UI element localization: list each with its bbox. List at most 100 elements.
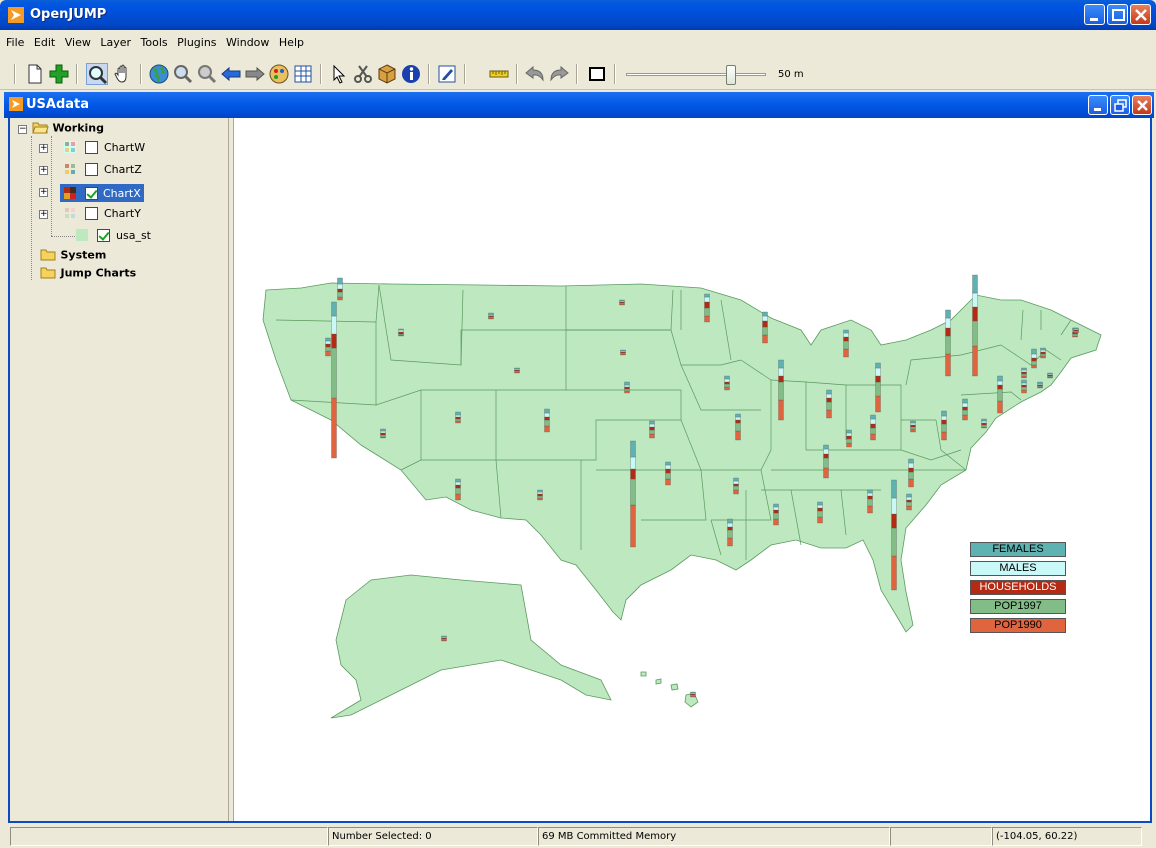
table-icon xyxy=(294,65,312,83)
hawaii-island xyxy=(640,671,647,677)
chart-bar-segment-males xyxy=(337,283,343,290)
frame-restore-button[interactable] xyxy=(1110,95,1130,115)
chart-bar-segment-households xyxy=(455,484,461,489)
chart-bar-segment-females xyxy=(906,493,912,498)
chart-bar-segment-households xyxy=(843,336,849,342)
layer-row-chartw[interactable]: + ChartW xyxy=(39,140,146,158)
menu-window[interactable]: Window xyxy=(225,30,274,49)
menu-help[interactable]: Help xyxy=(278,30,309,49)
map-canvas[interactable]: FEMALES MALES HOUSEHOLDS POP1997 POP1990 xyxy=(233,118,1150,821)
frame-close-button[interactable] xyxy=(1132,95,1152,115)
chart-bar-segment-pop1990 xyxy=(870,433,876,441)
chart-bar-segment-pop1997 xyxy=(537,495,543,499)
menu-edit[interactable]: Edit xyxy=(33,30,60,49)
editing-toolbox-button[interactable] xyxy=(436,63,458,85)
change-styles-button[interactable] xyxy=(268,63,290,85)
rectangle-icon xyxy=(589,67,605,81)
zoom-next-button[interactable] xyxy=(244,63,266,85)
layer-row-chartx[interactable]: + ChartX xyxy=(39,184,144,202)
task-frame-title: USAdata xyxy=(26,97,90,112)
category-working[interactable]: − Working xyxy=(18,121,104,139)
openjump-logo-icon xyxy=(8,7,24,23)
chart-bar-segment-households xyxy=(846,435,852,440)
toolbar-separator xyxy=(140,64,142,84)
new-task-button[interactable] xyxy=(24,63,46,85)
task-frame-icon xyxy=(9,97,23,111)
chart-bar-segment-pop1997 xyxy=(826,401,832,411)
chart-bar-segment-households xyxy=(690,693,696,696)
category-jump-charts[interactable]: Jump Charts xyxy=(40,266,136,284)
select-features-button[interactable] xyxy=(328,63,350,85)
zoom-slider-thumb[interactable] xyxy=(726,65,736,85)
minimize-button[interactable] xyxy=(1084,4,1105,25)
layer-row-chartz[interactable]: + ChartZ xyxy=(39,162,142,180)
menu-view[interactable]: View xyxy=(64,30,96,49)
chart-bar-segment-pop1997 xyxy=(1021,373,1027,377)
maximize-button[interactable] xyxy=(1107,4,1128,25)
chart-bar-segment-females xyxy=(817,501,823,506)
toolbar-separator xyxy=(76,64,78,84)
chart-bar-segment-households xyxy=(733,483,739,487)
layer-tree[interactable]: − Working + ChartW + ChartZ + ChartX + C… xyxy=(13,118,229,821)
chart-bar-segment-males xyxy=(380,430,386,434)
geometry-tool-button[interactable] xyxy=(376,63,398,85)
layer-row-charty[interactable]: + ChartY xyxy=(39,206,141,224)
zoom-to-selected-button[interactable] xyxy=(172,63,194,85)
menu-file[interactable]: File xyxy=(5,30,29,49)
fence-button[interactable] xyxy=(586,63,608,85)
chart-bar-segment-males xyxy=(826,393,832,399)
feature-info-button[interactable] xyxy=(400,63,422,85)
menu-layer[interactable]: Layer xyxy=(99,30,136,49)
task-frame-title-bar[interactable]: USAdata xyxy=(4,92,1154,118)
add-layer-button[interactable] xyxy=(48,63,70,85)
window-title-bar[interactable]: OpenJUMP xyxy=(0,0,1156,30)
magnifier-icon xyxy=(89,66,108,85)
expand-toggle[interactable]: + xyxy=(39,144,48,153)
layer-row-usa-st[interactable]: usa_st xyxy=(40,228,151,246)
chart-bar-segment-males xyxy=(875,367,881,377)
chart-bar-segment-males xyxy=(867,492,873,497)
zoom-previous-button[interactable] xyxy=(196,63,218,85)
chart-bar-segment-pop1997 xyxy=(630,478,636,506)
chart-bar-segment-pop1997 xyxy=(337,291,343,298)
zoom-slider-track[interactable] xyxy=(626,73,766,76)
chart-bar-segment-pop1997 xyxy=(649,429,655,435)
layer-visibility-checkbox[interactable] xyxy=(84,186,98,200)
cut-button[interactable] xyxy=(352,63,374,85)
tree-line xyxy=(31,136,32,280)
chart-bar-segment-pop1990 xyxy=(649,433,655,439)
chart-bar-segment-pop1990 xyxy=(537,497,543,501)
chart-bar-segment-pop1990 xyxy=(972,345,978,377)
pan-tool-button[interactable] xyxy=(112,63,134,85)
menu-tools[interactable]: Tools xyxy=(140,30,173,49)
layer-visibility-checkbox[interactable] xyxy=(96,228,110,242)
hand-icon xyxy=(114,64,127,83)
chart-bar-segment-households xyxy=(630,468,636,480)
menu-plugins[interactable]: Plugins xyxy=(176,30,221,49)
chart-bar-segment-households xyxy=(325,343,331,348)
attribute-table-button[interactable] xyxy=(292,63,314,85)
chart-bar-segment-males xyxy=(649,423,655,428)
chart-bar-segment-males xyxy=(1040,349,1046,353)
layer-visibility-checkbox[interactable] xyxy=(84,162,98,176)
undo-button[interactable] xyxy=(524,63,546,85)
category-system[interactable]: System xyxy=(40,248,106,266)
redo-button[interactable] xyxy=(548,63,570,85)
chart-bar-segment-females xyxy=(441,635,447,638)
layer-visibility-checkbox[interactable] xyxy=(84,206,98,220)
zoom-back-button[interactable] xyxy=(220,63,242,85)
expand-toggle[interactable]: + xyxy=(39,188,48,197)
layer-visibility-checkbox[interactable] xyxy=(84,140,98,154)
chart-bar-segment-females xyxy=(891,479,897,499)
expand-toggle[interactable]: + xyxy=(39,166,48,175)
expand-toggle[interactable]: + xyxy=(39,210,48,219)
layer-label: ChartW xyxy=(104,140,146,154)
frame-minimize-button[interactable] xyxy=(1088,95,1108,115)
collapse-toggle[interactable]: − xyxy=(18,125,27,134)
close-button[interactable] xyxy=(1130,4,1151,25)
measure-button[interactable] xyxy=(488,63,510,85)
zoom-tool-button[interactable] xyxy=(86,63,108,85)
zoom-to-full-extent-button[interactable] xyxy=(148,63,170,85)
chart-layer-icon xyxy=(64,141,76,153)
chart-bar-segment-households xyxy=(891,513,897,529)
